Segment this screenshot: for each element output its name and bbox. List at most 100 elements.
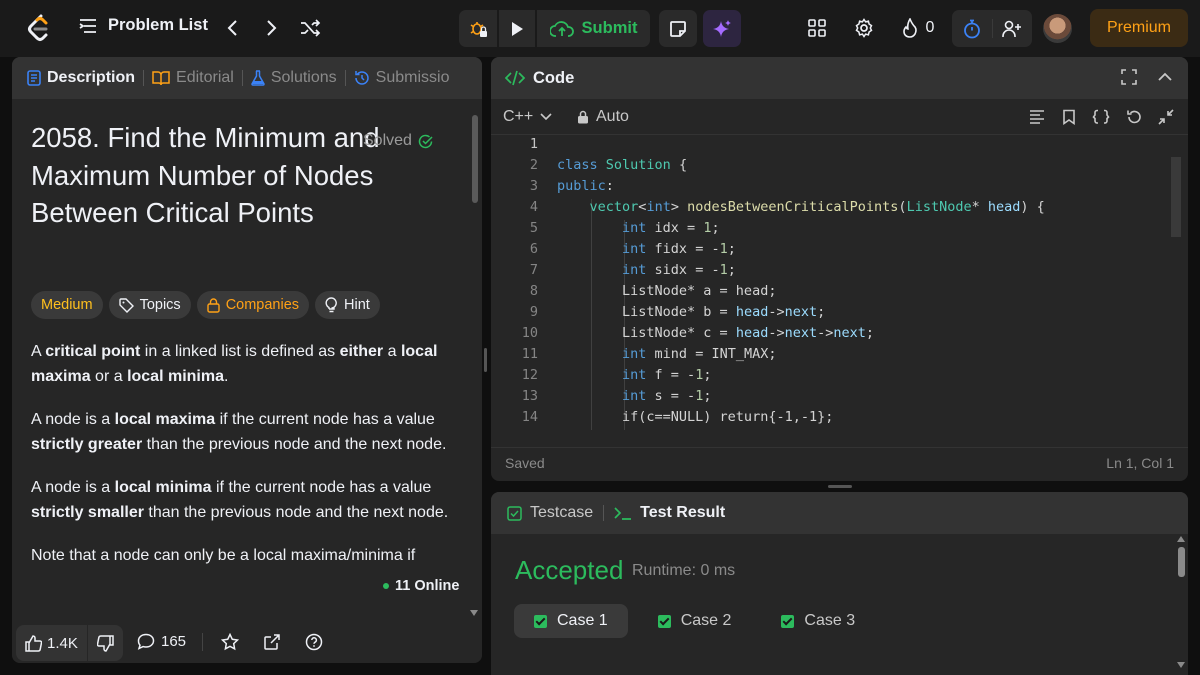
auto-mode-label: Auto [596, 107, 629, 125]
line-number: 11 [521, 346, 538, 362]
history-icon [354, 70, 370, 86]
comment-count: 165 [161, 633, 187, 650]
add-user-icon[interactable] [993, 10, 1033, 47]
run-button[interactable] [499, 10, 535, 47]
lock-icon [206, 297, 220, 313]
tab-test-result[interactable]: Test Result [614, 504, 725, 522]
submit-button[interactable]: Submit [537, 10, 650, 47]
description-scrollbar[interactable] [472, 115, 478, 203]
vertical-resize-handle[interactable] [484, 348, 487, 372]
reset-undo-icon[interactable] [1126, 109, 1142, 125]
topics-label: Topics [139, 297, 181, 313]
streak-counter[interactable]: 0 [898, 16, 938, 40]
problem-title: 2058. Find the Minimum and Maximum Numbe… [31, 122, 380, 228]
text-run: A [31, 343, 46, 360]
line-number: 9 [529, 304, 538, 320]
description-paragraph: A node is a local maxima if the current … [31, 407, 459, 457]
comment-icon [137, 633, 155, 650]
minimize-arrows-icon[interactable] [1158, 108, 1174, 125]
hint-button[interactable]: Hint [315, 291, 380, 319]
companies-button[interactable]: Companies [196, 291, 310, 319]
check-icon [781, 614, 795, 628]
prev-problem-chevron-left-icon[interactable] [221, 17, 243, 39]
user-avatar[interactable] [1043, 14, 1072, 43]
problem-list-link[interactable]: Problem List [78, 16, 208, 35]
bug-lock-icon [468, 19, 488, 39]
scroll-up-arrow-icon[interactable] [1177, 536, 1185, 542]
problem-list-label: Problem List [108, 16, 208, 34]
code-token: int [622, 241, 647, 257]
notes-button[interactable] [659, 10, 697, 47]
code-editor[interactable]: 1 2 class Solution {3 public: 4 vector<int> … [491, 136, 1188, 430]
next-problem-chevron-right-icon[interactable] [261, 17, 283, 39]
test-result-panel: Testcase Test Result Accepted Runtime: 0… [491, 492, 1188, 675]
collapse-chevron-up-icon[interactable] [1156, 68, 1174, 86]
leetcode-logo-icon[interactable] [26, 14, 52, 44]
case-tab-2[interactable]: Case 2 [638, 604, 752, 638]
like-button[interactable]: 1.4K [16, 625, 87, 661]
settings-gear-icon[interactable] [852, 16, 876, 40]
line-number: 2 [529, 157, 538, 173]
submit-label: Submit [581, 19, 638, 37]
code-text: int sidx = -1; [557, 262, 736, 278]
share-external-icon[interactable] [263, 633, 281, 651]
scroll-down-arrow-icon[interactable] [1177, 662, 1185, 668]
line-number: 4 [529, 199, 538, 215]
code-token: ; [817, 304, 826, 320]
text-run: or a [90, 368, 128, 385]
case-tab-1[interactable]: Case 1 [514, 604, 628, 638]
chevron-down-icon [540, 112, 552, 121]
thumbs-up-icon [25, 634, 42, 652]
scroll-down-arrow-icon[interactable] [470, 610, 478, 616]
debug-button[interactable] [459, 10, 497, 47]
code-token: head [987, 199, 1021, 215]
horizontal-resize-handle[interactable] [828, 485, 852, 488]
premium-button[interactable]: Premium [1090, 9, 1188, 47]
code-token: ; [727, 241, 736, 257]
checkbox-icon [507, 505, 522, 521]
language-select[interactable]: C++ [503, 108, 552, 126]
line-number: 10 [521, 325, 538, 341]
editor-scrollbar[interactable] [1171, 157, 1181, 237]
bookmark-icon[interactable] [1062, 109, 1076, 125]
timer-stopwatch-icon[interactable] [952, 10, 992, 47]
curly-braces-icon[interactable] [1092, 109, 1110, 125]
code-token: int [622, 346, 647, 362]
sparkle-icon [712, 19, 732, 39]
favorite-star-icon[interactable] [221, 633, 239, 651]
code-token: sidx = - [646, 262, 720, 278]
tab-solutions[interactable]: Solutions [243, 69, 345, 87]
run-submit-group: Submit [459, 10, 650, 47]
tab-description[interactable]: Description [27, 69, 143, 87]
ai-assist-button[interactable] [703, 10, 741, 47]
tab-submissions-label: Submissio [375, 69, 450, 86]
code-line: 10 ListNode* c = head->next->next; [491, 325, 1188, 346]
code-title: Code [533, 68, 575, 87]
tab-editorial[interactable]: Editorial [144, 69, 242, 87]
auto-mode[interactable]: Auto [577, 108, 629, 126]
code-text: int mind = INT_MAX; [557, 346, 776, 362]
problem-tags: Medium Topics Companies Hint [31, 291, 380, 319]
help-question-icon[interactable] [305, 633, 323, 651]
format-lines-icon[interactable] [1028, 109, 1046, 125]
dislike-button[interactable] [88, 625, 123, 661]
text-run: a [383, 343, 401, 360]
maximize-icon[interactable] [1120, 68, 1138, 86]
case-tab-3[interactable]: Case 3 [761, 604, 875, 638]
tab-solutions-label: Solutions [270, 69, 337, 86]
tab-description-label: Description [47, 69, 136, 86]
code-token: s = - [646, 388, 696, 404]
layout-grid-icon[interactable] [806, 16, 828, 40]
topics-button[interactable]: Topics [108, 291, 191, 319]
comments-button[interactable]: 165 [137, 633, 186, 650]
tab-testcase[interactable]: Testcase [507, 504, 593, 522]
footer-separator [202, 633, 203, 651]
case-tabs: Case 1 Case 2 Case 3 [514, 604, 875, 638]
shuffle-icon[interactable] [298, 17, 322, 39]
result-scrollbar[interactable] [1178, 547, 1185, 577]
tab-submissions[interactable]: Submissio [346, 69, 458, 87]
text-run: Note that a node can only be a local max… [31, 547, 416, 564]
code-text: int fidx = -1; [557, 241, 736, 257]
